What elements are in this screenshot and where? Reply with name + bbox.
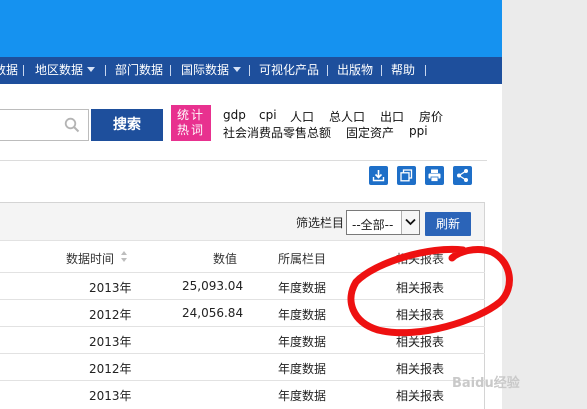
cell-report-link[interactable]: 相关报表 bbox=[396, 387, 444, 404]
cell-time: 2012年 bbox=[89, 362, 132, 376]
nav-item-help[interactable]: 帮助 bbox=[391, 57, 415, 84]
nav-item-help-label: 帮助 bbox=[391, 63, 416, 77]
cell-value: 25,093.04 bbox=[182, 279, 244, 293]
hot-word-link[interactable]: cpi bbox=[259, 108, 277, 122]
cell-column[interactable]: 年度数据 bbox=[278, 387, 326, 404]
cell-time: 2013年 bbox=[89, 389, 132, 403]
nav-item-international-label: 国际数据 bbox=[181, 63, 230, 77]
nav-separator bbox=[381, 65, 382, 76]
hot-word-link[interactable]: 社会消费品零售总额 bbox=[223, 124, 331, 141]
cell-column[interactable]: 年度数据 bbox=[278, 333, 326, 350]
row-divider bbox=[0, 240, 485, 241]
cell-time: 2013年 bbox=[89, 281, 132, 295]
nav-item-region[interactable]: 地区数据 bbox=[35, 57, 96, 84]
cell-time: 2012年 bbox=[89, 308, 132, 322]
chevron-down-icon bbox=[233, 67, 242, 72]
copy-icon[interactable] bbox=[397, 166, 416, 185]
watermark: Baidu经验 bbox=[452, 376, 520, 391]
hot-word-link[interactable]: 人口 bbox=[290, 108, 314, 125]
hot-badge-line1: 统计 bbox=[176, 108, 205, 122]
column-header-report: 相关报表 bbox=[396, 252, 445, 266]
cell-time: 2013年 bbox=[89, 335, 132, 349]
cell-report-link[interactable]: 相关报表 bbox=[396, 279, 444, 296]
row-divider bbox=[0, 380, 485, 381]
row-divider bbox=[0, 353, 485, 354]
divider bbox=[0, 160, 487, 161]
print-icon[interactable] bbox=[425, 166, 444, 185]
sort-icon[interactable] bbox=[120, 250, 128, 263]
row-divider bbox=[0, 326, 485, 327]
top-banner bbox=[0, 0, 502, 57]
search-icon[interactable] bbox=[64, 117, 80, 133]
refresh-button[interactable]: 刷新 bbox=[425, 212, 471, 236]
download-icon[interactable] bbox=[369, 166, 388, 185]
nav-separator bbox=[23, 65, 24, 76]
row-divider bbox=[0, 299, 485, 300]
page: 数据 地区数据 部门数据 国际数据 可视化产品 出版物 帮助 搜索 统计 热词 … bbox=[0, 0, 502, 409]
nav-separator bbox=[170, 65, 171, 76]
column-header-time[interactable]: 数据时间 bbox=[66, 250, 114, 267]
hot-word-link[interactable]: gdp bbox=[223, 108, 246, 122]
nav-separator bbox=[105, 65, 106, 76]
cell-column[interactable]: 年度数据 bbox=[278, 279, 326, 296]
share-icon[interactable] bbox=[453, 166, 472, 185]
nav-item-department-label: 部门数据 bbox=[115, 63, 164, 77]
nav-item-international[interactable]: 国际数据 bbox=[181, 57, 242, 84]
cell-column[interactable]: 年度数据 bbox=[278, 306, 326, 323]
hot-badge-line2: 热词 bbox=[176, 123, 205, 137]
cell-value: 24,056.84 bbox=[182, 306, 244, 320]
nav-item-department[interactable]: 部门数据 bbox=[115, 57, 163, 84]
nav-item-publications-label: 出版物 bbox=[337, 63, 374, 77]
chevron-down-icon[interactable] bbox=[401, 211, 419, 234]
nav-item-publications[interactable]: 出版物 bbox=[337, 57, 373, 84]
nav-separator bbox=[327, 65, 328, 76]
nav-item-visualization[interactable]: 可视化产品 bbox=[259, 57, 319, 84]
search-button[interactable]: 搜索 bbox=[91, 109, 163, 141]
hot-word-link[interactable]: 出口 bbox=[380, 108, 404, 125]
hot-word-link[interactable]: 固定资产 bbox=[346, 124, 394, 141]
nav-item-visualization-label: 可视化产品 bbox=[259, 63, 320, 77]
cell-report-link[interactable]: 相关报表 bbox=[396, 333, 444, 350]
column-header-column: 所属栏目 bbox=[278, 252, 327, 266]
filter-select-value: --全部-- bbox=[352, 218, 394, 232]
cell-report-link[interactable]: 相关报表 bbox=[396, 306, 444, 323]
hot-word-link[interactable]: 总人口 bbox=[329, 108, 365, 125]
main-nav: 数据 地区数据 部门数据 国际数据 可视化产品 出版物 帮助 bbox=[0, 57, 502, 84]
nav-item-data-label: 数据 bbox=[0, 63, 19, 77]
hot-word-link[interactable]: 房价 bbox=[419, 108, 443, 125]
hot-word-link[interactable]: ppi bbox=[409, 124, 428, 138]
nav-separator bbox=[425, 65, 426, 76]
nav-separator bbox=[249, 65, 250, 76]
column-header-value: 数值 bbox=[213, 252, 238, 266]
filter-label: 筛选栏目 bbox=[296, 216, 345, 230]
cell-column[interactable]: 年度数据 bbox=[278, 360, 326, 377]
row-divider bbox=[0, 272, 485, 273]
nav-item-region-label: 地区数据 bbox=[35, 63, 84, 77]
filter-select[interactable]: --全部-- bbox=[346, 210, 420, 235]
nav-item-data[interactable]: 数据 bbox=[0, 57, 18, 84]
cell-report-link[interactable]: 相关报表 bbox=[396, 360, 444, 377]
hot-words-badge: 统计 热词 bbox=[171, 105, 211, 141]
chevron-down-icon bbox=[87, 67, 96, 72]
